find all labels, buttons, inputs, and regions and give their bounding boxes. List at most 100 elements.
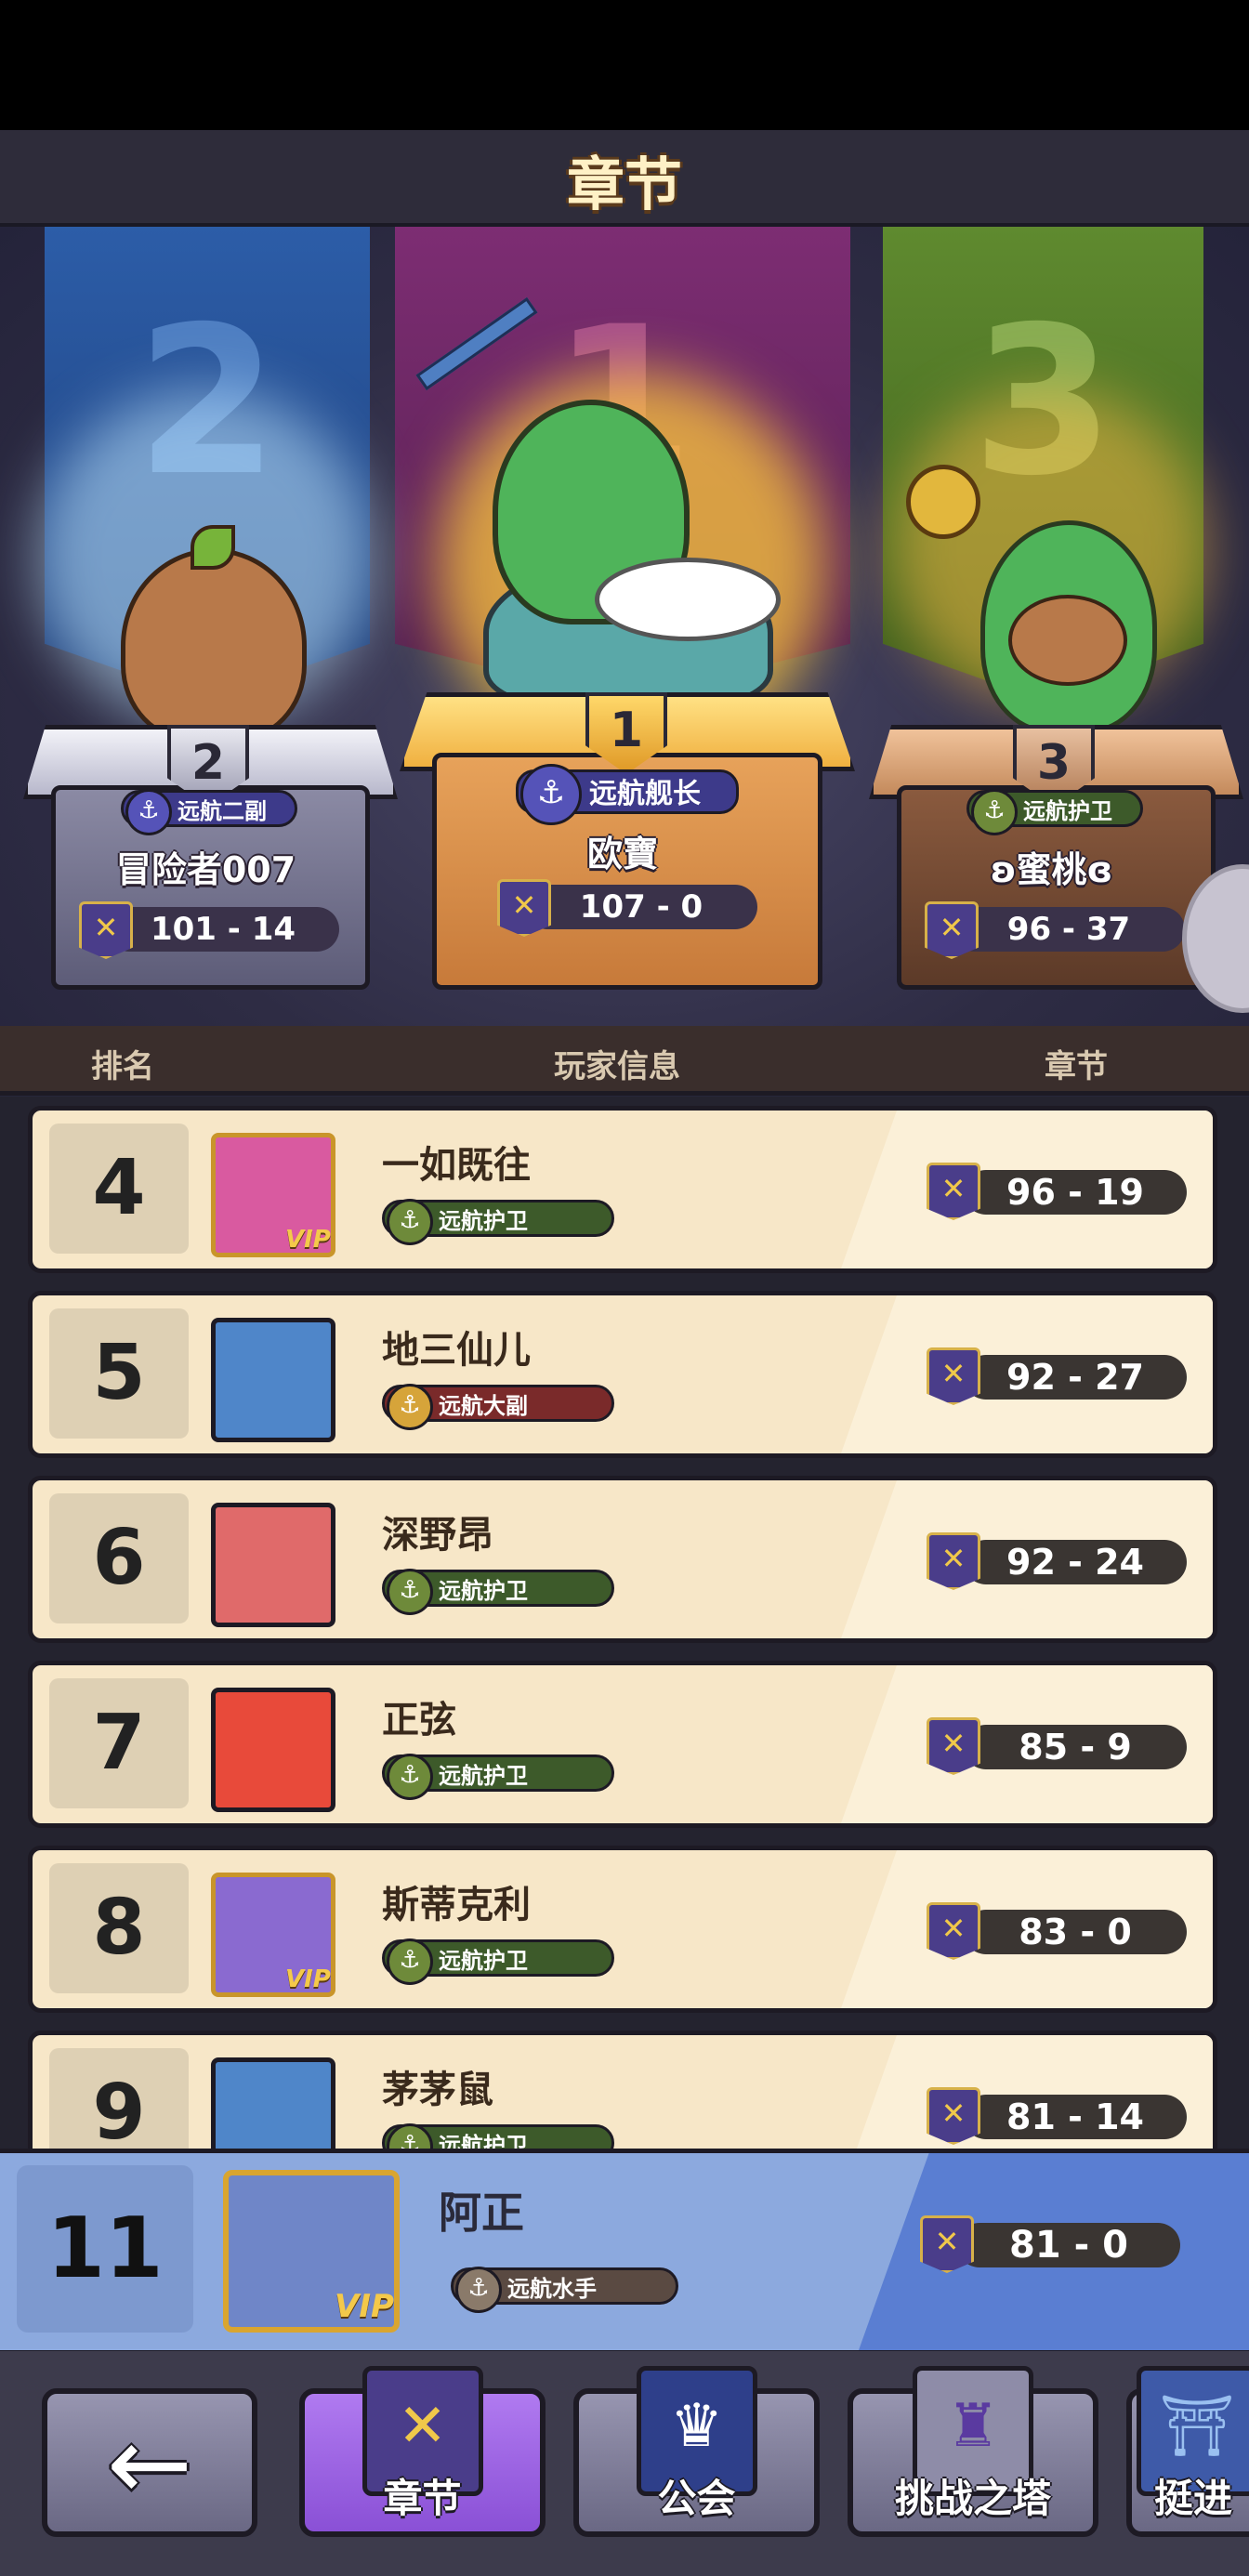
nav-label: 公会 bbox=[657, 2476, 736, 2521]
anchor-icon: ⚓ bbox=[387, 1754, 433, 1800]
player-name: 地三仙儿 bbox=[382, 1329, 531, 1372]
score-display: 96 - 19 ✕ bbox=[927, 1163, 1213, 1220]
capybara-face bbox=[1008, 595, 1127, 686]
player-avatar[interactable] bbox=[211, 1503, 335, 1627]
score-value: 96 - 37 bbox=[953, 907, 1185, 952]
score-value: 101 - 14 bbox=[107, 907, 339, 952]
crossed-swords-icon: ✕ bbox=[927, 1717, 980, 1775]
nav-tab-tower[interactable]: ♜ 挑战之塔 bbox=[848, 2366, 1098, 2537]
rank-number: 6 bbox=[92, 1514, 146, 1602]
crossed-swords-icon: ✕ bbox=[497, 879, 551, 937]
leaderboard-list[interactable]: 4 VIP 一如既往 ⚓ 远航护卫 96 - 19 ✕ 5 地三仙儿 ⚓ 远航大… bbox=[0, 1097, 1249, 2149]
leaderboard-row[interactable]: 7 正弦 ⚓ 远航护卫 85 - 9 ✕ bbox=[28, 1661, 1217, 1828]
title-badge: ⚓ 远航护卫 bbox=[966, 789, 1143, 835]
crossed-swords-icon: ✕ bbox=[927, 2087, 980, 2145]
capybara-character-2[interactable] bbox=[121, 548, 307, 743]
column-header-chapter: 章节 bbox=[1045, 1048, 1108, 1085]
score-display: 96 - 37 ✕ bbox=[925, 901, 1194, 959]
column-header-rank: 排名 bbox=[91, 1048, 154, 1085]
title-badge: ⚓ 远航护卫 bbox=[382, 1199, 614, 1245]
leaderboard-row[interactable]: 9 茅茅鼠 ⚓ 远航护卫 81 - 14 ✕ bbox=[28, 2031, 1217, 2149]
crossed-swords-icon: ✕ bbox=[927, 1347, 980, 1405]
rank-number: 9 bbox=[92, 2069, 146, 2149]
vip-badge: VIP bbox=[335, 2288, 394, 2325]
player-name: ʚ蜜桃ɞ bbox=[990, 849, 1113, 890]
back-arrow-icon: ← bbox=[106, 2404, 193, 2523]
leaderboard-row[interactable]: 4 VIP 一如既往 ⚓ 远航护卫 96 - 19 ✕ bbox=[28, 1106, 1217, 1273]
crossed-swords-icon: ✕ bbox=[927, 1163, 980, 1220]
leaderboard-row[interactable]: 6 深野昂 ⚓ 远航护卫 92 - 24 ✕ bbox=[28, 1476, 1217, 1643]
leaderboard-row[interactable]: 5 地三仙儿 ⚓ 远航大副 92 - 27 ✕ bbox=[28, 1291, 1217, 1458]
anchor-icon: ⚓ bbox=[387, 1199, 433, 1245]
title-text: 远航护卫 bbox=[439, 1948, 528, 1974]
player-name: 斯蒂克利 bbox=[382, 1884, 531, 1926]
rank-number: 7 bbox=[92, 1699, 146, 1787]
anchor-icon: ⚓ bbox=[387, 2123, 433, 2149]
rank-number: 4 bbox=[92, 1144, 146, 1232]
title-text: 远航护卫 bbox=[439, 2133, 528, 2149]
nav-label: 章节 bbox=[383, 2476, 462, 2521]
title-text: 远航大副 bbox=[439, 1393, 528, 1419]
key-staff-icon bbox=[906, 465, 980, 539]
column-header-player: 玩家信息 bbox=[554, 1048, 680, 1085]
score-value: 107 - 0 bbox=[525, 885, 757, 929]
score-value: 92 - 24 bbox=[964, 1540, 1187, 1584]
anchor-icon: ⚓ bbox=[125, 789, 172, 835]
score-value: 81 - 14 bbox=[964, 2095, 1187, 2139]
title-badge: ⚓ 远航大副 bbox=[382, 1384, 614, 1430]
player-avatar[interactable] bbox=[211, 2057, 335, 2149]
title-badge: ⚓ 远航护卫 bbox=[382, 2123, 614, 2149]
score-value: 81 - 0 bbox=[957, 2223, 1180, 2267]
leaf-sprout-icon bbox=[191, 525, 235, 570]
player-name: 正弦 bbox=[382, 1699, 456, 1741]
anchor-icon: ⚓ bbox=[520, 764, 582, 825]
nav-tab-advance[interactable]: ⛩ 挺进 bbox=[1126, 2366, 1249, 2537]
title-badge: ⚓ 远航舰长 bbox=[516, 764, 739, 825]
title-badge: ⚓ 远航护卫 bbox=[382, 1939, 614, 1985]
title-text: 远航护卫 bbox=[1023, 798, 1112, 824]
title-badge: ⚓ 远航二副 bbox=[121, 789, 297, 835]
player-avatar[interactable] bbox=[211, 1688, 335, 1812]
player-name: 一如既往 bbox=[382, 1144, 531, 1187]
title-text: 远航护卫 bbox=[439, 1578, 528, 1604]
title-text: 远航舰长 bbox=[589, 778, 701, 810]
anchor-icon: ⚓ bbox=[387, 1569, 433, 1615]
anchor-icon: ⚓ bbox=[387, 1384, 433, 1430]
crossed-swords-icon: ✕ bbox=[927, 1902, 980, 1960]
title-badge: ⚓ 远航护卫 bbox=[382, 1569, 614, 1615]
nav-tab-guild[interactable]: ♛ 公会 bbox=[573, 2366, 820, 2537]
my-player-name: 阿正 bbox=[439, 2188, 524, 2238]
score-display: 92 - 27 ✕ bbox=[927, 1347, 1213, 1405]
title-badge: ⚓ 远航水手 bbox=[451, 2267, 678, 2313]
anchor-icon: ⚓ bbox=[971, 789, 1018, 835]
mustache-icon bbox=[595, 558, 781, 641]
page-title: 章节 bbox=[566, 151, 682, 218]
back-button[interactable]: ← bbox=[42, 2388, 257, 2537]
player-name: 欧寶 bbox=[586, 834, 658, 874]
nav-tab-chapter[interactable]: ✕ 章节 bbox=[299, 2366, 546, 2537]
status-bar-area bbox=[0, 0, 1249, 130]
score-display: 107 - 0 ✕ bbox=[497, 879, 767, 937]
score-display: 83 - 0 ✕ bbox=[927, 1902, 1213, 1960]
leaderboard-row[interactable]: 8 VIP 斯蒂克利 ⚓ 远航护卫 83 - 0 ✕ bbox=[28, 1846, 1217, 2013]
title-text: 远航二副 bbox=[177, 798, 267, 824]
crossed-swords-icon: ✕ bbox=[920, 2215, 974, 2273]
nav-label: 挑战之塔 bbox=[894, 2476, 1051, 2521]
score-value: 92 - 27 bbox=[964, 1355, 1187, 1400]
score-display: 81 - 0 ✕ bbox=[920, 2215, 1217, 2275]
crossed-swords-icon: ✕ bbox=[927, 1532, 980, 1590]
score-display: 85 - 9 ✕ bbox=[927, 1717, 1213, 1775]
vip-badge: VIP bbox=[285, 1965, 331, 1993]
crossed-swords-icon: ✕ bbox=[79, 901, 133, 959]
nav-label: 挺进 bbox=[1154, 2476, 1233, 2521]
score-display: 101 - 14 ✕ bbox=[79, 901, 348, 959]
score-value: 96 - 19 bbox=[964, 1170, 1187, 1215]
my-rank-number: 11 bbox=[46, 2200, 164, 2297]
title-text: 远航护卫 bbox=[439, 1763, 528, 1789]
player-avatar[interactable] bbox=[211, 1318, 335, 1442]
title-badge: ⚓ 远航护卫 bbox=[382, 1754, 614, 1800]
crossed-swords-icon: ✕ bbox=[925, 901, 979, 959]
rank-number: 5 bbox=[92, 1329, 146, 1417]
anchor-icon: ⚓ bbox=[455, 2267, 502, 2313]
rank-number: 8 bbox=[92, 1884, 146, 1972]
